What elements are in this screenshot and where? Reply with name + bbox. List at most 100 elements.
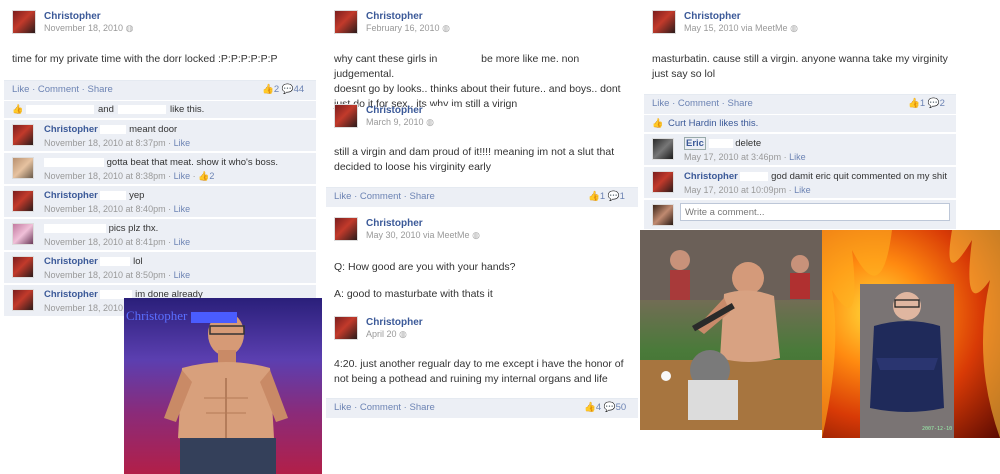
author-name[interactable]: Christopher (684, 11, 741, 22)
redacted-name (100, 256, 131, 266)
post-time-text[interactable]: November 18, 2010 (44, 23, 123, 33)
avatar[interactable] (12, 10, 36, 34)
comment-input[interactable]: Write a comment... (680, 203, 950, 221)
post-time-text[interactable]: May 30, 2010 via MeetMe (366, 230, 470, 240)
fire-portrait-photo[interactable]: 2007-12-10 (822, 230, 1000, 438)
avatar[interactable] (12, 124, 34, 146)
comment-time: November 18, 2010 at 8:50pm · Like (44, 270, 191, 280)
post-time-text[interactable]: February 16, 2010 (366, 23, 440, 33)
comment-body: god damit eric quit commented on my shit (771, 171, 947, 182)
post-time: March 9, 2010 ◍ (366, 117, 434, 128)
post-counts: 👍1 💬2 (908, 98, 945, 109)
avatar[interactable] (652, 204, 674, 226)
author-name[interactable]: Christopher (366, 11, 423, 22)
avatar[interactable] (334, 104, 358, 128)
author-name: Christopher (366, 317, 456, 328)
comment-timestamp[interactable]: May 17, 2010 at 10:09pm (684, 185, 786, 195)
thumb-up-icon: 👍 (652, 118, 664, 128)
comment-row: gotta beat that meat. show it who's boss… (4, 153, 316, 185)
author-name-text[interactable]: Christopher (366, 105, 423, 116)
author-name-text[interactable]: Christopher (366, 317, 423, 328)
avatar[interactable] (334, 316, 358, 340)
author-name-text[interactable]: Christopher (366, 218, 423, 229)
avatar[interactable] (334, 217, 358, 241)
comment-author[interactable]: Christopher (684, 171, 738, 182)
comment-like-count[interactable]: 2 (209, 171, 214, 181)
comment-author[interactable]: Christopher (44, 256, 98, 267)
avatar[interactable] (12, 256, 34, 278)
avatar[interactable] (652, 171, 674, 193)
post-time-text[interactable]: March 9, 2010 (366, 117, 424, 127)
post-actions[interactable]: Like · Comment · Share (334, 191, 435, 202)
comment-text: Christopher yep (44, 190, 144, 201)
comment-like-link[interactable]: Like (789, 152, 806, 162)
comment-timestamp[interactable]: November 18, 2010 at 8:38pm (44, 171, 166, 181)
likes-line-end: like this. (170, 104, 205, 115)
redacted-text (717, 69, 742, 79)
post-time-text[interactable]: May 15, 2010 via MeetMe (684, 23, 788, 33)
redacted-name (708, 138, 733, 148)
comment-body: pics plz thx. (108, 223, 159, 234)
post-actions[interactable]: Like · Comment · Share (652, 98, 753, 109)
comment-author[interactable]: Christopher (44, 124, 98, 135)
shirtless-photo[interactable]: Christopher (124, 298, 324, 474)
comment-text: Christopher god damit eric quit commente… (684, 171, 947, 182)
globe-icon: ◍ (472, 230, 480, 240)
avatar[interactable] (652, 10, 676, 34)
likes-count[interactable]: 4 (596, 402, 601, 413)
comment-timestamp[interactable]: May 17, 2010 at 3:46pm (684, 152, 781, 162)
avatar[interactable] (334, 10, 358, 34)
avatar[interactable] (12, 157, 34, 179)
post-actions[interactable]: Like · Comment · Share (12, 84, 113, 95)
baseball-photo[interactable] (640, 230, 822, 430)
post-question: Q: How good are you with your hands? (334, 261, 516, 273)
comment-timestamp[interactable]: November 18, 2010 at 8:50pm (44, 270, 166, 280)
post-text-line: not being a pothead and ruining my inter… (334, 373, 608, 385)
comment-like-link[interactable]: Like (794, 185, 811, 195)
comment-text: Christopher meant door (44, 124, 177, 135)
comment-like-link[interactable]: Like (174, 138, 191, 148)
comment-timestamp[interactable]: November 18, 2010 (44, 303, 123, 313)
avatar[interactable] (12, 190, 34, 212)
author-name[interactable]: Christopher (44, 11, 101, 22)
svg-text:2007-12-10: 2007-12-10 (922, 426, 952, 432)
avatar[interactable] (12, 289, 34, 311)
comments-count[interactable]: 1 (620, 191, 625, 202)
comment-timestamp[interactable]: November 18, 2010 at 8:37pm (44, 138, 166, 148)
comments-count[interactable]: 50 (616, 402, 627, 413)
post-actions[interactable]: Like · Comment · Share (334, 402, 435, 413)
post-text: why cant these girls in be more like me.… (334, 52, 634, 112)
comment-author[interactable]: Eric (684, 137, 706, 150)
comments-count[interactable]: 44 (294, 84, 305, 95)
post-time: November 18, 2010 ◍ (44, 23, 133, 34)
comment-author[interactable]: Christopher (44, 190, 98, 201)
comment-icon: 💬 (281, 84, 294, 95)
post-text: still a virgin and dam proud of it!!!! m… (334, 145, 634, 175)
comment-time: May 17, 2010 at 10:09pm · Like (684, 185, 811, 195)
comment-time: November 18, 2010 at 8:40pm · Like (44, 204, 191, 214)
post-time-text[interactable]: April 20 (366, 329, 397, 339)
comment-like-link[interactable]: Like (174, 171, 191, 181)
likes-count[interactable]: 1 (920, 98, 925, 109)
comment-author[interactable]: Christopher (44, 289, 98, 300)
avatar[interactable] (652, 138, 674, 160)
comment-row: Eric delete May 17, 2010 at 3:46pm · Lik… (644, 134, 956, 166)
post-text: masturbatin. cause still a virgin. anyon… (652, 52, 952, 82)
redacted-name (26, 105, 94, 114)
person-silhouette (164, 312, 288, 474)
comment-like-link[interactable]: Like (174, 237, 191, 247)
comment-like-link[interactable]: Like (174, 270, 191, 280)
globe-icon: ◍ (790, 23, 798, 33)
comment-body: yep (129, 190, 145, 201)
redacted-name (425, 317, 456, 327)
likes-count[interactable]: 1 (600, 191, 605, 202)
comments-count[interactable]: 2 (940, 98, 945, 109)
comment-timestamp[interactable]: November 18, 2010 at 8:40pm (44, 204, 166, 214)
likes-line-text[interactable]: Curt Hardin likes this. (668, 118, 758, 129)
comment-timestamp[interactable]: November 18, 2010 at 8:41pm (44, 237, 166, 247)
post-text-line: decided to loose his virginity early (334, 161, 491, 173)
comment-like-link[interactable]: Like (174, 204, 191, 214)
likes-count[interactable]: 2 (274, 84, 279, 95)
flames-backdrop: 2007-12-10 (822, 230, 1000, 438)
avatar[interactable] (12, 223, 34, 245)
